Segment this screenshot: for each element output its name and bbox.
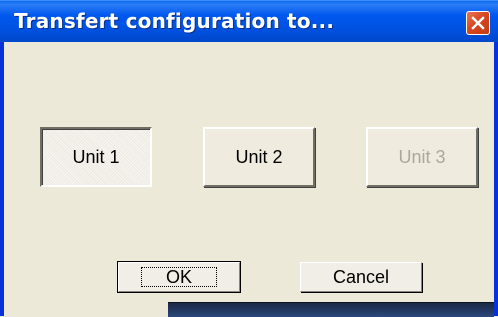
unit-3-button: Unit 3 <box>366 127 478 187</box>
title-bar[interactable]: Transfert configuration to... <box>0 0 498 42</box>
dialog-title: Transfert configuration to... <box>14 9 335 33</box>
unit-2-label: Unit 2 <box>235 146 283 167</box>
dialog-window: Transfert configuration to... Unit 1 Uni… <box>0 0 498 317</box>
close-button[interactable] <box>466 11 490 35</box>
cancel-label: Cancel <box>332 266 390 287</box>
unit-1-button[interactable]: Unit 1 <box>40 127 152 187</box>
unit-3-label: Unit 3 <box>398 146 446 167</box>
ok-label: OK <box>140 267 217 287</box>
close-icon <box>471 16 485 30</box>
ok-button[interactable]: OK <box>117 261 241 293</box>
dialog-body: Unit 1 Unit 2 Unit 3 OK Cancel <box>4 42 494 317</box>
unit-1-label: Unit 1 <box>72 146 120 167</box>
unit-2-button[interactable]: Unit 2 <box>203 127 315 187</box>
background-window-edge <box>168 302 494 317</box>
cancel-button[interactable]: Cancel <box>300 262 422 292</box>
